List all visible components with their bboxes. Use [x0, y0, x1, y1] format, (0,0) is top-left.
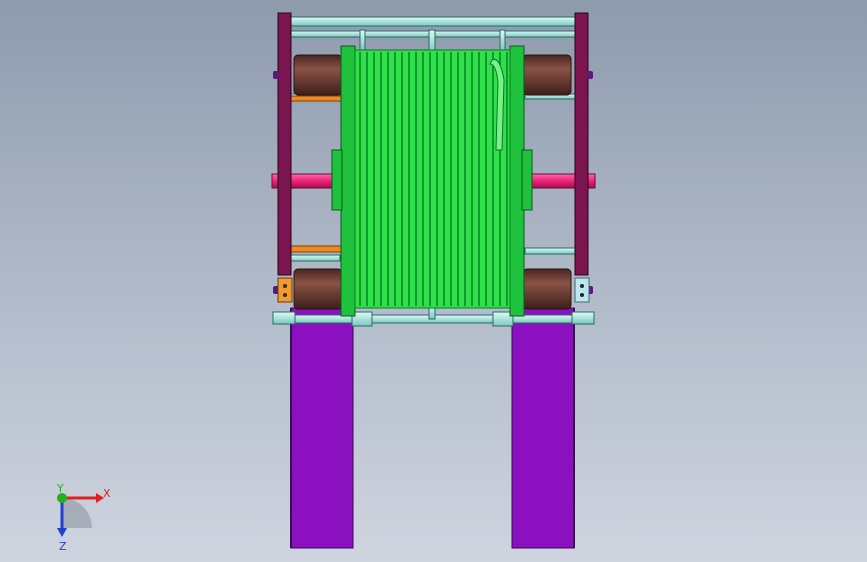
left-leg[interactable]	[290, 307, 354, 549]
model-canvas[interactable]: X Y Z	[0, 0, 867, 562]
axis-y-label: Y	[56, 482, 64, 495]
cad-viewport[interactable]: X Y Z	[0, 0, 867, 562]
left-side-plate[interactable]	[273, 12, 292, 294]
axis-x-label: X	[103, 487, 111, 500]
cable-drum[interactable]	[331, 45, 533, 317]
axis-triad-icon: X Y Z	[56, 482, 111, 553]
right-leg[interactable]	[511, 307, 575, 549]
right-side-plate[interactable]	[574, 12, 593, 294]
axis-z-label: Z	[59, 540, 67, 553]
